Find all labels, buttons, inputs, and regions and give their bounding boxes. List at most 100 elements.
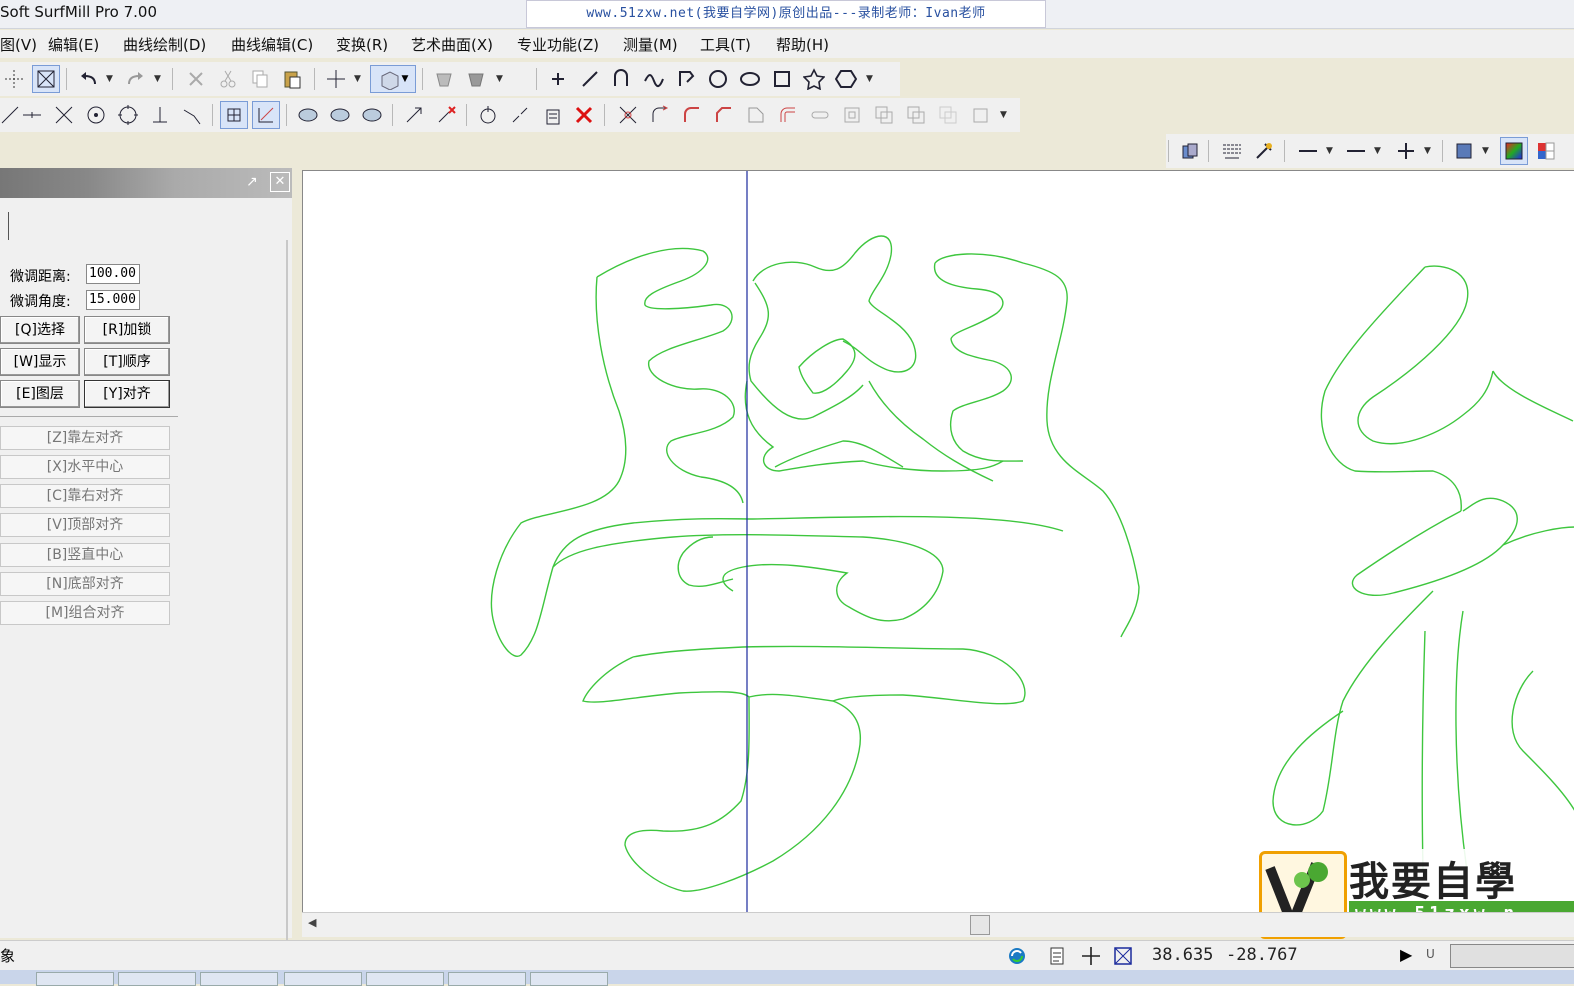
menu-view[interactable]: 图(V) xyxy=(0,34,37,55)
line-style-icon[interactable] xyxy=(1294,137,1322,165)
close-icon[interactable]: ✕ xyxy=(270,172,290,192)
draw-polygon-icon[interactable] xyxy=(832,65,860,93)
snap-perpendicular-icon[interactable] xyxy=(146,101,174,129)
material-icon[interactable] xyxy=(1176,137,1204,165)
line-width-icon[interactable] xyxy=(1342,137,1370,165)
undo-icon[interactable] xyxy=(74,65,102,93)
scroll-thumb[interactable] xyxy=(970,915,990,935)
menu-tools[interactable]: 工具(T) xyxy=(700,34,751,55)
clear-icon[interactable] xyxy=(570,101,598,129)
chamfer-icon[interactable] xyxy=(710,101,738,129)
align-hcenter-button[interactable]: [X]水平中心 xyxy=(0,455,170,479)
pin-icon[interactable]: ↗ xyxy=(246,174,258,190)
scroll-left-icon[interactable]: ◀ xyxy=(308,916,316,929)
draw-line-icon[interactable] xyxy=(576,65,604,93)
redo-dropdown-icon[interactable]: ▼ xyxy=(154,74,161,84)
draw-polyline-icon[interactable] xyxy=(672,65,700,93)
drawing-canvas[interactable]: 我要自學 www.51zxw.n xyxy=(302,170,1574,939)
menu-curve-draw[interactable]: 曲线绘制(D) xyxy=(123,34,206,55)
point-style-dropdown-icon[interactable]: ▼ xyxy=(1424,146,1431,156)
menu-pro-functions[interactable]: 专业功能(Z) xyxy=(517,34,599,55)
color-picker-icon[interactable] xyxy=(1250,137,1278,165)
shadow-icon[interactable] xyxy=(966,101,994,129)
align-group-button[interactable]: [M]组合对齐 xyxy=(0,601,170,625)
draw-star-icon[interactable] xyxy=(800,65,828,93)
combine-icon[interactable] xyxy=(474,101,502,129)
snap-center-icon[interactable] xyxy=(82,101,110,129)
draw-dropdown-icon[interactable]: ▼ xyxy=(866,74,873,84)
menu-edit[interactable]: 编辑(E) xyxy=(48,34,99,55)
offset-icon[interactable] xyxy=(774,101,802,129)
snap-quadrant-icon[interactable] xyxy=(114,101,142,129)
align-bottom-button[interactable]: [N]底部对齐 xyxy=(0,572,170,596)
draw-point-icon[interactable] xyxy=(544,65,572,93)
fine-angle-input[interactable]: 15.000 xyxy=(86,290,140,310)
menu-art-surface[interactable]: 艺术曲面(X) xyxy=(411,34,493,55)
select-button[interactable]: [Q]选择 xyxy=(0,316,80,344)
ortho-toggle-icon[interactable] xyxy=(252,101,280,129)
select-box-icon[interactable] xyxy=(32,65,60,93)
copy-icon[interactable] xyxy=(246,65,274,93)
cut-icon[interactable] xyxy=(214,65,242,93)
snap-point-icon[interactable] xyxy=(322,65,350,93)
palette-icon[interactable] xyxy=(1532,137,1560,165)
display-button[interactable]: [W]显示 xyxy=(0,348,80,376)
snap-intersect-icon[interactable] xyxy=(50,101,78,129)
panel-splitter[interactable] xyxy=(286,240,288,940)
crosshair-icon[interactable] xyxy=(1080,945,1102,971)
line-width-dropdown-icon[interactable]: ▼ xyxy=(1374,146,1381,156)
layer-button[interactable]: [E]图层 xyxy=(0,380,80,408)
grid-toggle-icon[interactable] xyxy=(220,101,248,129)
point-style-icon[interactable] xyxy=(1392,137,1420,165)
draw-ellipse-icon[interactable] xyxy=(736,65,764,93)
snap-nearest-icon[interactable] xyxy=(178,101,206,129)
node-delete-icon[interactable] xyxy=(432,101,460,129)
lock-button[interactable]: [R]加锁 xyxy=(84,316,170,344)
fillet-icon[interactable] xyxy=(678,101,706,129)
order-button[interactable]: [T]顺序 xyxy=(84,348,170,376)
fill-dropdown-icon[interactable]: ▼ xyxy=(1482,146,1489,156)
line-attr-icon[interactable] xyxy=(1218,137,1246,165)
refresh-icon[interactable] xyxy=(1006,945,1028,971)
edit-dropdown-icon[interactable]: ▼ xyxy=(1000,110,1007,120)
horizontal-scrollbar[interactable]: ◀ xyxy=(302,912,1574,937)
menu-transform[interactable]: 变换(R) xyxy=(336,34,388,55)
line-style-dropdown-icon[interactable]: ▼ xyxy=(1326,146,1333,156)
redo-icon[interactable] xyxy=(122,65,150,93)
extend-icon[interactable] xyxy=(646,101,674,129)
layer-3-icon[interactable] xyxy=(358,101,386,129)
inner-rect-icon[interactable] xyxy=(838,101,866,129)
explode-icon[interactable] xyxy=(538,101,566,129)
menu-curve-edit[interactable]: 曲线编辑(C) xyxy=(231,34,313,55)
shade-dark-icon[interactable] xyxy=(462,65,490,93)
trim-icon[interactable] xyxy=(614,101,642,129)
shade-icon[interactable] xyxy=(430,65,458,93)
slot-icon[interactable] xyxy=(806,101,834,129)
menu-help[interactable]: 帮助(H) xyxy=(776,34,829,55)
break-icon[interactable] xyxy=(506,101,534,129)
script-icon[interactable] xyxy=(1046,945,1068,971)
paste-icon[interactable] xyxy=(278,65,306,93)
snap-dropdown-icon[interactable]: ▼ xyxy=(354,74,361,84)
align-right-button[interactable]: [C]靠右对齐 xyxy=(0,484,170,508)
align-left-button[interactable]: [Z]靠左对齐 xyxy=(0,426,170,450)
draw-arc-icon[interactable] xyxy=(608,65,636,93)
fine-distance-input[interactable]: 100.00 xyxy=(86,264,140,284)
intersect-icon[interactable] xyxy=(934,101,962,129)
undo-dropdown-icon[interactable]: ▼ xyxy=(106,74,113,84)
panel-tab[interactable] xyxy=(0,212,9,240)
layer-2-icon[interactable] xyxy=(326,101,354,129)
union-icon[interactable] xyxy=(870,101,898,129)
draw-rectangle-icon[interactable] xyxy=(768,65,796,93)
node-edit-icon[interactable] xyxy=(400,101,428,129)
play-icon[interactable]: ▶ xyxy=(1400,945,1412,964)
draw-circle-icon[interactable] xyxy=(704,65,732,93)
select-mode-icon[interactable] xyxy=(1112,945,1134,971)
align-top-button[interactable]: [V]顶部对齐 xyxy=(0,513,170,537)
align-button[interactable]: [Y]对齐 xyxy=(84,380,170,408)
delete-icon[interactable] xyxy=(182,65,210,93)
layer-1-icon[interactable] xyxy=(294,101,322,129)
corner-icon[interactable] xyxy=(742,101,770,129)
fill-color-icon[interactable] xyxy=(1450,137,1478,165)
view-cube-icon[interactable]: ▼ xyxy=(370,65,416,93)
